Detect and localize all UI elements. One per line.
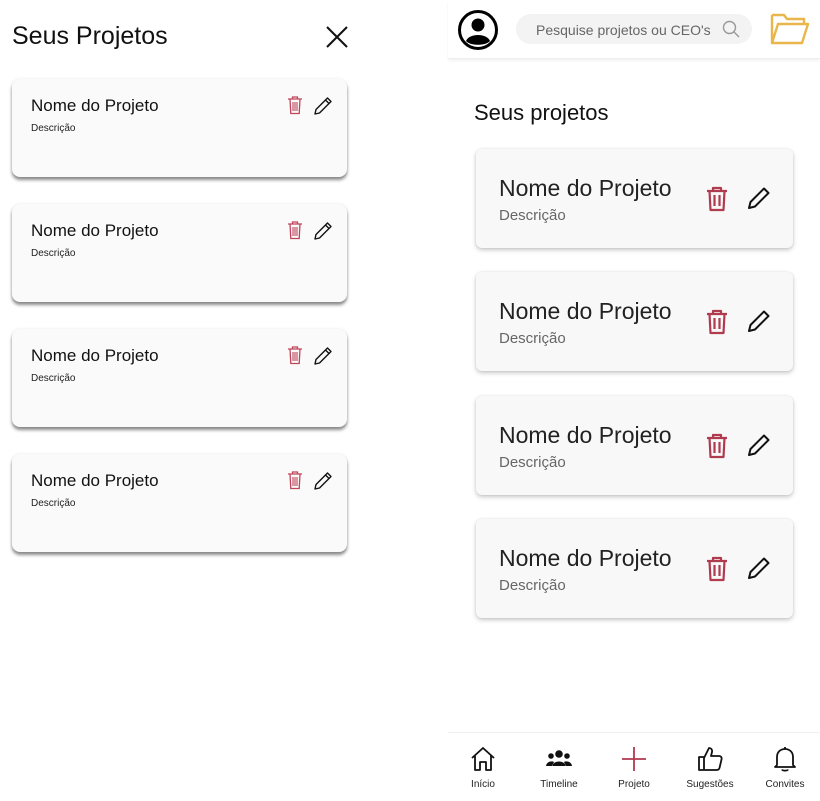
people-icon [546,750,572,766]
search-input[interactable] [534,14,718,46]
right-panel: Seus projetos Nome do Projeto Descrição … [448,0,820,801]
project-name: Nome do Projeto [31,96,159,115]
project-name: Nome do Projeto [31,346,159,365]
nav-label: Timeline [540,779,578,790]
project-name: Nome do Projeto [31,471,159,490]
trash-icon[interactable] [705,555,729,583]
pencil-icon[interactable] [312,345,334,367]
pencil-icon[interactable] [746,185,772,211]
nav-label: Convites [765,779,805,790]
nav-label: Início [471,779,495,790]
nav-label: Projeto [618,779,650,790]
project-card[interactable]: Nome do Projeto Descrição [476,272,793,371]
trash-icon[interactable] [705,185,729,213]
project-description: Descrição [499,330,566,347]
pencil-icon[interactable] [746,308,772,334]
project-description: Descrição [31,123,76,134]
project-description: Descrição [499,207,566,224]
project-name: Nome do Projeto [499,175,672,201]
trash-icon[interactable] [287,95,303,115]
project-description: Descrição [31,498,76,509]
search-icon[interactable] [722,20,740,38]
project-card[interactable]: Nome do Projeto Descrição [476,149,793,248]
nav-item-projeto[interactable]: Projeto [599,745,669,801]
project-name: Nome do Projeto [499,545,672,571]
trash-icon[interactable] [705,308,729,336]
bell-icon [774,747,796,772]
project-description: Descrição [499,577,566,594]
project-card[interactable]: Nome do Projeto Descrição [12,329,347,427]
bottom-nav: Início Timeline Projeto Sugestões Convit… [448,732,820,801]
page-title: Seus Projetos [12,22,168,50]
home-icon [471,747,495,771]
nav-item-timeline[interactable]: Timeline [524,745,594,801]
trash-icon[interactable] [287,345,303,365]
project-name: Nome do Projeto [499,422,672,448]
pencil-icon[interactable] [312,470,334,492]
user-avatar-icon[interactable] [458,10,498,50]
project-name: Nome do Projeto [499,298,672,324]
nav-item-convites[interactable]: Convites [750,745,820,801]
pencil-icon[interactable] [312,220,334,242]
close-icon[interactable] [324,24,350,50]
top-bar [448,0,820,59]
plus-icon [622,747,646,771]
project-description: Descrição [31,373,76,384]
project-card[interactable]: Nome do Projeto Descrição [12,79,347,177]
trash-icon[interactable] [705,432,729,460]
nav-item-inicio[interactable]: Início [448,745,518,801]
pencil-icon[interactable] [746,432,772,458]
trash-icon[interactable] [287,470,303,490]
project-card[interactable]: Nome do Projeto Descrição [476,396,793,495]
project-description: Descrição [499,454,566,471]
trash-icon[interactable] [287,220,303,240]
pencil-icon[interactable] [312,95,334,117]
project-name: Nome do Projeto [31,221,159,240]
search-bar [516,14,752,46]
nav-label: Sugestões [686,779,734,790]
project-card[interactable]: Nome do Projeto Descrição [12,204,347,302]
project-card[interactable]: Nome do Projeto Descrição [12,454,347,552]
section-title: Seus projetos [474,100,609,125]
pencil-icon[interactable] [746,555,772,581]
left-panel: Seus Projetos Nome do Projeto Descrição … [0,0,360,800]
project-card[interactable]: Nome do Projeto Descrição [476,519,793,618]
thumbs-up-icon [698,747,723,771]
nav-item-sugestoes[interactable]: Sugestões [675,745,745,801]
project-description: Descrição [31,248,76,259]
folder-icon[interactable] [770,10,810,46]
